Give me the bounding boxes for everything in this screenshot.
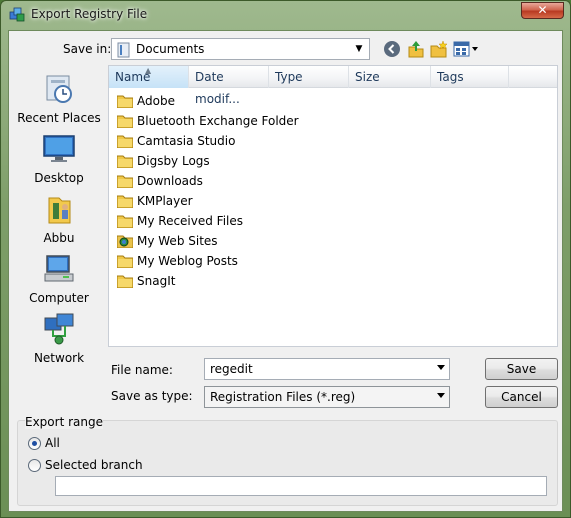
- column-header-tags[interactable]: Tags: [431, 66, 509, 88]
- folder-icon: [117, 215, 133, 228]
- file-list-item[interactable]: My Received Files: [115, 211, 243, 231]
- new-folder-icon[interactable]: [430, 40, 448, 58]
- folder-icon: [117, 115, 133, 128]
- radio-selected-branch-label[interactable]: Selected branch: [45, 458, 143, 472]
- column-header-name[interactable]: ▲ Name: [109, 66, 189, 88]
- network-icon: [44, 313, 74, 345]
- file-list-item[interactable]: My Web Sites: [115, 231, 218, 251]
- file-name-input[interactable]: regedit: [204, 358, 450, 380]
- close-icon: ✕: [537, 3, 548, 17]
- export-range-title: Export range: [25, 415, 103, 429]
- sort-ascending-icon: ▲: [145, 66, 152, 75]
- place-computer[interactable]: Computer: [13, 252, 105, 305]
- file-list[interactable]: ▲ Name Date modif... Type Size Tags Adob…: [108, 65, 558, 347]
- file-list-item[interactable]: Adobe: [115, 91, 175, 111]
- place-user[interactable]: Abbu: [13, 192, 105, 245]
- file-list-item[interactable]: Digsby Logs: [115, 151, 210, 171]
- column-header-row: ▲ Name Date modif... Type Size Tags: [109, 66, 557, 106]
- dialog-body: Save in: Documents ▼ Recent Places Deskt…: [8, 30, 563, 512]
- selected-branch-input[interactable]: [55, 476, 547, 496]
- desktop-icon: [43, 135, 75, 162]
- file-list-item[interactable]: My Weblog Posts: [115, 251, 238, 271]
- folder-icon: [117, 95, 133, 108]
- folder-icon: [117, 175, 133, 188]
- chevron-down-icon: [437, 393, 445, 398]
- title-bar[interactable]: Export Registry File ✕: [1, 1, 570, 29]
- file-name: My Weblog Posts: [137, 254, 238, 268]
- save-in-value: Documents: [136, 42, 205, 56]
- file-list-item[interactable]: KMPlayer: [115, 191, 193, 211]
- file-name: KMPlayer: [137, 194, 193, 208]
- recent-places-icon: [46, 75, 72, 103]
- file-name: Digsby Logs: [137, 154, 210, 168]
- save-as-type-value: Registration Files (*.reg): [210, 390, 356, 404]
- file-name-value: regedit: [210, 362, 253, 376]
- computer-icon: [44, 255, 74, 282]
- file-name-label: File name:: [111, 363, 173, 377]
- file-name: My Web Sites: [137, 234, 218, 248]
- radio-all[interactable]: [28, 437, 41, 450]
- export-dialog-window: Export Registry File ✕ Save in: Document…: [0, 0, 571, 518]
- place-label: Desktop: [34, 171, 84, 185]
- place-network[interactable]: Network: [13, 312, 105, 365]
- file-list-item[interactable]: Camtasia Studio: [115, 131, 235, 151]
- place-label: Recent Places: [17, 111, 101, 125]
- place-label: Abbu: [43, 231, 75, 245]
- up-folder-icon[interactable]: [407, 40, 425, 58]
- window-title: Export Registry File: [31, 7, 148, 21]
- views-menu-icon[interactable]: [453, 40, 481, 58]
- place-recent-places[interactable]: Recent Places: [13, 72, 105, 125]
- web-folder-icon: [117, 235, 133, 248]
- place-label: Computer: [29, 291, 89, 305]
- save-as-type-dropdown[interactable]: Registration Files (*.reg): [204, 386, 450, 408]
- file-list-item[interactable]: Downloads: [115, 171, 203, 191]
- registry-editor-icon: [9, 7, 25, 22]
- close-button[interactable]: ✕: [521, 2, 564, 19]
- chevron-down-icon[interactable]: [437, 365, 445, 370]
- place-desktop[interactable]: Desktop: [13, 132, 105, 185]
- save-button[interactable]: Save: [485, 358, 558, 380]
- file-name: Downloads: [137, 174, 203, 188]
- save-in-dropdown[interactable]: Documents ▼: [111, 38, 370, 60]
- file-list-item[interactable]: Bluetooth Exchange Folder: [115, 111, 299, 131]
- folder-icon: [117, 275, 133, 288]
- save-in-label: Save in:: [63, 42, 112, 56]
- file-name: SnagIt: [137, 274, 176, 288]
- file-name: Camtasia Studio: [137, 134, 236, 148]
- folder-icon: [117, 135, 133, 148]
- folder-icon: [117, 255, 133, 268]
- file-name: My Received Files: [137, 214, 244, 228]
- radio-all-label[interactable]: All: [45, 436, 60, 450]
- place-label: Network: [33, 351, 85, 365]
- save-as-type-label: Save as type:: [111, 389, 193, 403]
- cancel-button[interactable]: Cancel: [485, 386, 558, 408]
- documents-folder-icon: [117, 42, 130, 58]
- file-list-item[interactable]: SnagIt: [115, 271, 175, 291]
- user-folder-icon: [48, 197, 71, 224]
- file-name: Adobe: [137, 94, 175, 108]
- column-header-type[interactable]: Type: [269, 66, 349, 88]
- folder-icon: [117, 195, 133, 208]
- back-icon[interactable]: [383, 40, 401, 58]
- file-name: Bluetooth Exchange Folder: [137, 114, 299, 128]
- chevron-down-icon: ▼: [355, 44, 363, 54]
- radio-selected-branch[interactable]: [28, 459, 41, 472]
- folder-icon: [117, 155, 133, 168]
- column-header-size[interactable]: Size: [349, 66, 431, 88]
- column-header-date[interactable]: Date modif...: [189, 66, 269, 106]
